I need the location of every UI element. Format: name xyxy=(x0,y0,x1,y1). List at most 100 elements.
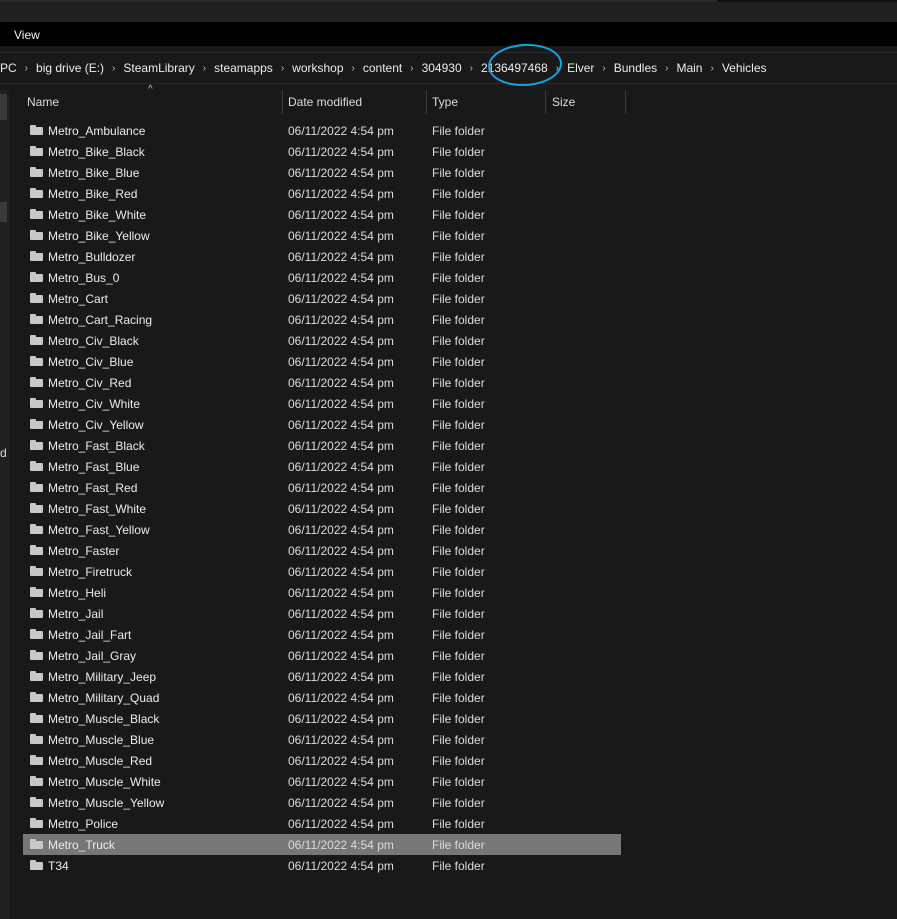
file-row[interactable]: Metro_Fast_Black 06/11/2022 4:54 pm File f… xyxy=(23,435,621,456)
file-type: File folder xyxy=(432,208,485,222)
breadcrumb-item[interactable]: PC xyxy=(0,61,23,75)
file-name: Metro_Police xyxy=(48,817,119,831)
folder-icon xyxy=(30,209,43,219)
breadcrumb-item[interactable]: Elver xyxy=(561,61,600,75)
folder-icon xyxy=(30,860,43,870)
column-divider[interactable] xyxy=(426,90,427,114)
breadcrumb-separator-icon[interactable]: › xyxy=(350,63,357,74)
breadcrumb-item[interactable]: Vehicles xyxy=(716,61,773,75)
breadcrumb-item[interactable]: Main xyxy=(670,61,708,75)
breadcrumb-separator-icon[interactable]: › xyxy=(23,63,30,74)
file-row[interactable]: Metro_Military_Jeep 06/11/2022 4:54 pm Fil… xyxy=(23,666,621,687)
file-row[interactable]: Metro_Fast_Yellow 06/11/2022 4:54 pm File … xyxy=(23,519,621,540)
file-row[interactable]: Metro_Bike_Red 06/11/2022 4:54 pm File fol… xyxy=(23,183,621,204)
file-row[interactable]: Metro_Bike_Blue 06/11/2022 4:54 pm File fo… xyxy=(23,162,621,183)
file-row[interactable]: Metro_Civ_Yellow 06/11/2022 4:54 pm File f… xyxy=(23,414,621,435)
file-row[interactable]: Metro_Civ_White 06/11/2022 4:54 pm File fo… xyxy=(23,393,621,414)
column-size-header[interactable]: Size xyxy=(552,90,575,114)
breadcrumb-item[interactable]: big drive (E:) xyxy=(30,61,110,75)
file-type: File folder xyxy=(432,418,485,432)
file-type: File folder xyxy=(432,775,485,789)
breadcrumb-separator-icon[interactable]: › xyxy=(110,63,117,74)
file-row[interactable]: Metro_Fast_White 06/11/2022 4:54 pm File f… xyxy=(23,498,621,519)
file-row[interactable]: Metro_Jail 06/11/2022 4:54 pm File folder xyxy=(23,603,621,624)
file-row[interactable]: Metro_Faster 06/11/2022 4:54 pm File folde… xyxy=(23,540,621,561)
breadcrumb: PC › big drive (E:) › SteamLibrary › steamapps… xyxy=(0,53,773,83)
file-row[interactable]: Metro_Cart_Racing 06/11/2022 4:54 pm File … xyxy=(23,309,621,330)
file-row[interactable]: Metro_Fast_Red 06/11/2022 4:54 pm File fol… xyxy=(23,477,621,498)
file-row[interactable]: Metro_Muscle_Yellow 06/11/2022 4:54 pm Fil… xyxy=(23,792,621,813)
file-date: 06/11/2022 4:54 pm xyxy=(288,124,394,138)
breadcrumb-item[interactable]: 2136497468 xyxy=(475,61,554,75)
file-row[interactable]: Metro_Firetruck 06/11/2022 4:54 pm File fo… xyxy=(23,561,621,582)
file-row[interactable]: Metro_Bike_White 06/11/2022 4:54 pm File f… xyxy=(23,204,621,225)
file-row[interactable]: Metro_Civ_Blue 06/11/2022 4:54 pm File fol… xyxy=(23,351,621,372)
breadcrumb-item[interactable]: content xyxy=(357,61,408,75)
file-row[interactable]: Metro_Police 06/11/2022 4:54 pm File folde… xyxy=(23,813,621,834)
file-date: 06/11/2022 4:54 pm xyxy=(288,607,394,621)
file-row[interactable]: Metro_Ambulance 06/11/2022 4:54 pm File fo… xyxy=(23,120,621,141)
folder-icon xyxy=(30,671,43,681)
file-type: File folder xyxy=(432,838,485,852)
file-row[interactable]: Metro_Jail_Gray 06/11/2022 4:54 pm File fo… xyxy=(23,645,621,666)
file-name: Metro_Civ_Black xyxy=(48,334,139,348)
file-row[interactable]: Metro_Civ_Black 06/11/2022 4:54 pm File fo… xyxy=(23,330,621,351)
breadcrumb-separator-icon[interactable]: › xyxy=(279,63,286,74)
file-row[interactable]: Metro_Bike_Yellow 06/11/2022 4:54 pm File … xyxy=(23,225,621,246)
breadcrumb-separator-icon[interactable]: › xyxy=(600,63,607,74)
file-name: Metro_Fast_Red xyxy=(48,481,138,495)
file-row[interactable]: T34 06/11/2022 4:54 pm File folder xyxy=(23,855,621,876)
column-name-header[interactable]: Name xyxy=(27,90,59,114)
file-row[interactable]: Metro_Bike_Black 06/11/2022 4:54 pm File f… xyxy=(23,141,621,162)
column-header: Name Date modified Type Size xyxy=(10,90,897,114)
file-row[interactable]: Metro_Muscle_White 06/11/2022 4:54 pm File… xyxy=(23,771,621,792)
breadcrumb-separator-icon[interactable]: › xyxy=(554,63,561,74)
file-date: 06/11/2022 4:54 pm xyxy=(288,208,394,222)
menu-view[interactable]: View xyxy=(14,28,40,42)
navigation-pane[interactable]: d xyxy=(0,90,9,919)
file-name: Metro_Fast_Black xyxy=(48,439,145,453)
breadcrumb-separator-icon[interactable]: › xyxy=(708,63,715,74)
file-date: 06/11/2022 4:54 pm xyxy=(288,229,394,243)
breadcrumb-separator-icon[interactable]: › xyxy=(468,63,475,74)
file-row[interactable]: Metro_Cart 06/11/2022 4:54 pm File folder xyxy=(23,288,621,309)
file-row[interactable]: Metro_Civ_Red 06/11/2022 4:54 pm File fold… xyxy=(23,372,621,393)
breadcrumb-separator-icon[interactable]: › xyxy=(408,63,415,74)
file-type: File folder xyxy=(432,124,485,138)
breadcrumb-separator-icon[interactable]: › xyxy=(663,63,670,74)
column-divider[interactable] xyxy=(545,90,546,114)
column-divider[interactable] xyxy=(282,90,283,114)
file-name: Metro_Cart xyxy=(48,292,109,306)
column-divider[interactable] xyxy=(625,90,626,114)
file-date: 06/11/2022 4:54 pm xyxy=(288,565,394,579)
file-row[interactable]: Metro_Bulldozer 06/11/2022 4:54 pm File fo… xyxy=(23,246,621,267)
folder-icon xyxy=(30,314,43,324)
file-row[interactable]: Metro_Bus_0 06/11/2022 4:54 pm File folder xyxy=(23,267,621,288)
file-name: Metro_Muscle_Black xyxy=(48,712,160,726)
file-row[interactable]: Metro_Jail_Fart 06/11/2022 4:54 pm File fo… xyxy=(23,624,621,645)
file-row[interactable]: Metro_Muscle_Black 06/11/2022 4:54 pm File… xyxy=(23,708,621,729)
file-row[interactable]: Metro_Muscle_Blue 06/11/2022 4:54 pm File … xyxy=(23,729,621,750)
breadcrumb-item[interactable]: steamapps xyxy=(208,61,279,75)
file-row[interactable]: Metro_Muscle_Red 06/11/2022 4:54 pm File f… xyxy=(23,750,621,771)
breadcrumb-item[interactable]: 304930 xyxy=(416,61,468,75)
file-type: File folder xyxy=(432,250,485,264)
file-row[interactable]: Metro_Military_Quad 06/11/2022 4:54 pm Fil… xyxy=(23,687,621,708)
column-type-header[interactable]: Type xyxy=(432,90,458,114)
column-date-header[interactable]: Date modified xyxy=(288,90,362,114)
breadcrumb-item[interactable]: Bundles xyxy=(608,61,663,75)
file-row[interactable]: Metro_Fast_Blue 06/11/2022 4:54 pm File fo… xyxy=(23,456,621,477)
file-name: Metro_Muscle_Yellow xyxy=(48,796,165,810)
file-type: File folder xyxy=(432,502,485,516)
file-date: 06/11/2022 4:54 pm xyxy=(288,250,394,264)
breadcrumb-separator-icon[interactable]: › xyxy=(201,63,208,74)
file-row[interactable]: Metro_Heli 06/11/2022 4:54 pm File folder xyxy=(23,582,621,603)
file-row[interactable]: Metro_Truck 06/11/2022 4:54 pm File folder xyxy=(23,834,621,855)
breadcrumb-item[interactable]: SteamLibrary xyxy=(117,61,200,75)
file-name: Metro_Muscle_White xyxy=(48,775,161,789)
breadcrumb-item[interactable]: workshop xyxy=(286,61,349,75)
folder-icon xyxy=(30,776,43,786)
file-date: 06/11/2022 4:54 pm xyxy=(288,670,394,684)
file-date: 06/11/2022 4:54 pm xyxy=(288,691,394,705)
address-bar[interactable]: PC › big drive (E:) › SteamLibrary › steamapps… xyxy=(0,52,897,84)
